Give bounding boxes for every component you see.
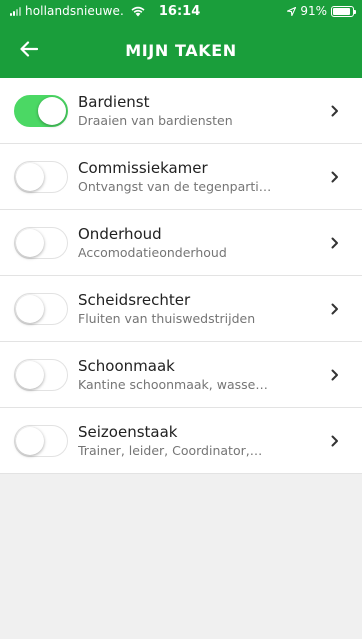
task-row-commissiekamer[interactable]: Commissiekamer Ontvangst van de tegenpar… [0,144,362,210]
task-toggle[interactable] [14,226,68,259]
toggle-knob [16,360,44,389]
task-toggle[interactable] [14,94,68,127]
location-arrow-icon [287,6,297,16]
task-text: Seizoenstaak Trainer, leider, Coordinato… [78,422,320,460]
toggle-knob [16,294,44,323]
toggle-knob [16,162,44,191]
task-subtitle: Trainer, leider, Coordinator,… [78,442,263,458]
chevron-right-icon [320,303,350,315]
task-subtitle: Fluiten van thuiswedstrijden [78,310,256,326]
task-title: Scheidsrechter [78,290,191,309]
task-text: Scheidsrechter Fluiten van thuiswedstrij… [78,290,320,328]
task-row-seizoenstaak[interactable]: Seizoenstaak Trainer, leider, Coordinato… [0,408,362,474]
carrier-name: hollandsnieuwe. [25,4,124,18]
page-title: MIJN TAKEN [125,40,237,60]
arrow-left-icon [20,41,38,57]
back-button[interactable] [14,34,44,64]
task-title: Onderhoud [78,224,162,243]
task-toggle[interactable] [14,292,68,325]
task-list: Bardienst Draaien van bardiensten Commis… [0,78,362,474]
task-title: Commissiekamer [78,158,208,177]
chevron-right-icon [320,435,350,447]
task-text: Bardienst Draaien van bardiensten [78,92,320,130]
app-screen: hollandsnieuwe. 16:14 91% MIJN TAKEN Bar… [0,0,362,639]
task-text: Schoonmaak Kantine schoonmaak, wasse… [78,356,320,394]
task-subtitle: Accomodatieonderhoud [78,244,227,260]
chevron-right-icon [320,105,350,117]
task-toggle[interactable] [14,424,68,457]
status-bar: hollandsnieuwe. 16:14 91% [0,0,362,22]
top-bar: hollandsnieuwe. 16:14 91% MIJN TAKEN [0,0,362,78]
wifi-icon [131,6,145,17]
battery-percent: 91% [300,4,327,18]
task-row-schoonmaak[interactable]: Schoonmaak Kantine schoonmaak, wasse… [0,342,362,408]
task-toggle[interactable] [14,160,68,193]
status-right: 91% [287,4,356,18]
task-row-bardienst[interactable]: Bardienst Draaien van bardiensten [0,78,362,144]
task-row-scheidsrechter[interactable]: Scheidsrechter Fluiten van thuiswedstrij… [0,276,362,342]
task-subtitle: Ontvangst van de tegenparti… [78,178,272,194]
task-title: Seizoenstaak [78,422,178,441]
task-text: Commissiekamer Ontvangst van de tegenpar… [78,158,320,196]
battery-icon [331,5,356,17]
task-subtitle: Kantine schoonmaak, wasse… [78,376,268,392]
task-toggle[interactable] [14,358,68,391]
toggle-knob [38,96,66,125]
chevron-right-icon [320,369,350,381]
task-subtitle: Draaien van bardiensten [78,112,233,128]
status-left: hollandsnieuwe. 16:14 [10,4,200,19]
task-title: Bardienst [78,92,150,111]
app-bar: MIJN TAKEN [0,22,362,78]
signal-icon [10,6,21,16]
chevron-right-icon [320,237,350,249]
status-time: 16:14 [158,3,201,19]
task-title: Schoonmaak [78,356,175,375]
task-text: Onderhoud Accomodatieonderhoud [78,224,320,262]
toggle-knob [16,228,44,257]
chevron-right-icon [320,171,350,183]
task-row-onderhoud[interactable]: Onderhoud Accomodatieonderhoud [0,210,362,276]
toggle-knob [16,426,44,455]
